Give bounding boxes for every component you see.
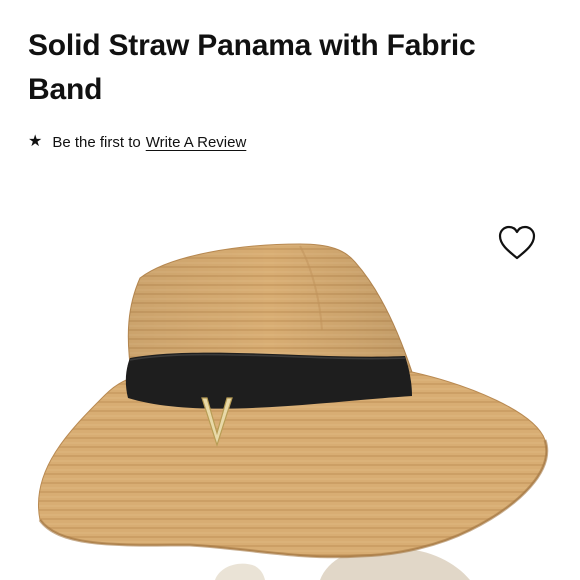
product-image (38, 243, 549, 580)
product-title: Solid Straw Panama with Fabric Band (28, 29, 476, 106)
star-icon: ★ (28, 133, 43, 150)
heart-outline-icon[interactable] (497, 224, 537, 262)
write-review-link[interactable]: Write A Review (146, 134, 247, 151)
review-prompt-text: Be the first to (52, 133, 141, 151)
review-prompt: ★ Be the first to Write A Review (28, 131, 246, 153)
